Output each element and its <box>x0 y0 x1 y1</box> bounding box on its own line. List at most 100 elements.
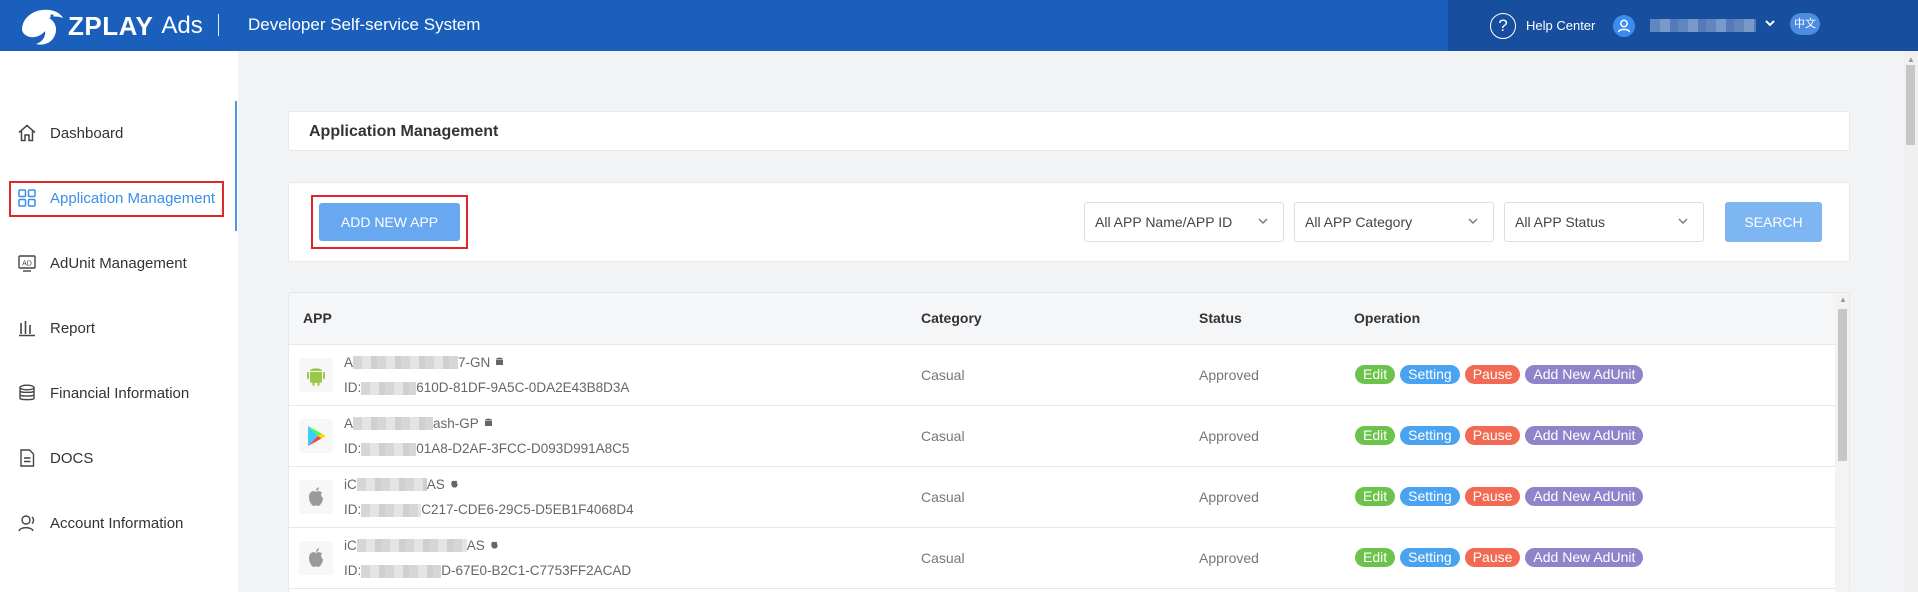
highlight-annotation <box>9 181 224 217</box>
table-row[interactable]: iC AS ID: D-67E0-B2C1-C7753FF2ACAD Casual… <box>289 528 1835 589</box>
edit-button[interactable]: Edit <box>1355 365 1396 384</box>
user-name-redacted[interactable] <box>1650 19 1756 32</box>
bar-chart-icon <box>16 317 38 339</box>
table-scrollbar[interactable]: ▲ <box>1835 293 1849 592</box>
app-id-prefix: ID: <box>344 563 362 578</box>
app-name-start: A <box>344 355 354 370</box>
title-panel: Application Management <box>288 111 1850 151</box>
add-new-app-button[interactable]: ADD NEW APP <box>319 203 460 241</box>
setting-button[interactable]: Setting <box>1400 548 1460 567</box>
status-cell: Approved <box>1199 367 1259 383</box>
google-play-icon <box>299 419 333 453</box>
edit-button[interactable]: Edit <box>1355 426 1396 445</box>
add-new-adunit-button[interactable]: Add New AdUnit <box>1525 426 1644 445</box>
search-button[interactable]: SEARCH <box>1725 202 1822 242</box>
app-id: ID: C217-CDE6-29C5-D5EB1F4068D4 <box>344 502 634 517</box>
sidebar-item-label: Account Information <box>50 514 184 532</box>
status-cell: Approved <box>1199 550 1259 566</box>
scrollbar-thumb[interactable] <box>1838 309 1847 461</box>
chevron-down-icon <box>1468 218 1478 224</box>
redacted-text <box>361 381 417 395</box>
app-name-select[interactable]: All APP Name/APP ID <box>1084 202 1284 242</box>
edit-button[interactable]: Edit <box>1355 487 1396 506</box>
chevron-down-icon[interactable] <box>1764 16 1776 32</box>
app-name: A ash-GP <box>344 416 494 431</box>
add-new-adunit-button[interactable]: Add New AdUnit <box>1525 548 1644 567</box>
sidebar-item-adunit-management[interactable]: AD AdUnit Management <box>16 243 187 283</box>
operations: Edit Setting Pause Add New AdUnit <box>1355 548 1644 567</box>
setting-button[interactable]: Setting <box>1400 365 1460 384</box>
sidebar-item-dashboard[interactable]: Dashboard <box>16 113 123 153</box>
table-row[interactable]: A ash-GP ID: 01A8-D2AF-3FCC-D093D991A8C5 … <box>289 406 1835 467</box>
chevron-down-icon <box>1678 218 1688 224</box>
app-id-value: D-67E0-B2C1-C7753FF2ACAD <box>441 563 632 578</box>
pause-button[interactable]: Pause <box>1464 426 1521 445</box>
page-scrollbar[interactable]: ▲ <box>1903 51 1918 592</box>
chevron-down-icon <box>1258 218 1268 224</box>
column-header-status[interactable]: Status <box>1199 310 1242 326</box>
sidebar-item-docs[interactable]: DOCS <box>16 438 93 478</box>
column-header-app[interactable]: APP <box>303 310 332 326</box>
sidebar-item-label: AdUnit Management <box>50 254 187 272</box>
app-name: iC AS <box>344 477 460 492</box>
edit-button[interactable]: Edit <box>1355 548 1396 567</box>
android-icon <box>494 355 505 370</box>
scroll-up-arrow-icon[interactable]: ▲ <box>1839 295 1847 304</box>
active-indicator <box>235 101 237 231</box>
page-title: Application Management <box>309 123 499 140</box>
svg-text:AD: AD <box>22 261 32 268</box>
app-name-start: iC <box>344 477 357 492</box>
setting-button[interactable]: Setting <box>1400 487 1460 506</box>
logo-suffix: Ads <box>161 12 203 39</box>
app-id: ID: D-67E0-B2C1-C7753FF2ACAD <box>344 563 631 578</box>
app-id-value: 610D-81DF-9A5C-0DA2E43B8D3A <box>416 380 630 395</box>
column-header-operation[interactable]: Operation <box>1354 310 1420 326</box>
sidebar-item-label: Financial Information <box>50 384 190 402</box>
redacted-text <box>361 564 442 578</box>
filter-toolbar: ADD NEW APP All APP Name/APP ID All APP … <box>288 182 1850 262</box>
operations: Edit Setting Pause Add New AdUnit <box>1355 426 1644 445</box>
table-row[interactable]: A 7-GN ID: 610D-81DF-9A5C-0DA2E43B8D3A Ca… <box>289 345 1835 406</box>
logo-text: ZPLAY <box>68 10 154 41</box>
help-center-link[interactable]: Help Center <box>1526 18 1595 33</box>
table-row[interactable]: iC AS ID: C217-CDE6-29C5-D5EB1F4068D4 Cas… <box>289 467 1835 528</box>
scroll-up-arrow-icon[interactable]: ▲ <box>1907 55 1915 64</box>
category-cell: Casual <box>921 428 965 444</box>
scrollbar-thumb[interactable] <box>1906 65 1915 145</box>
app-id: ID: 610D-81DF-9A5C-0DA2E43B8D3A <box>344 380 629 395</box>
setting-button[interactable]: Setting <box>1400 426 1460 445</box>
add-new-adunit-button[interactable]: Add New AdUnit <box>1525 365 1644 384</box>
top-header: ZPLAY Ads Developer Self-service System … <box>0 0 1918 51</box>
sidebar-item-report[interactable]: Report <box>16 308 95 348</box>
redacted-text <box>353 356 459 369</box>
status-cell: Approved <box>1199 489 1259 505</box>
app-name-start: iC <box>344 538 357 553</box>
pause-button[interactable]: Pause <box>1464 365 1521 384</box>
sidebar-item-account-information[interactable]: Account Information <box>16 503 183 543</box>
pause-button[interactable]: Pause <box>1464 487 1521 506</box>
app-table: APP Category Status Operation A 7-GN ID:… <box>288 292 1850 592</box>
add-new-adunit-button[interactable]: Add New AdUnit <box>1525 487 1644 506</box>
android-icon <box>299 358 333 392</box>
user-avatar-icon[interactable] <box>1613 15 1635 37</box>
pause-button[interactable]: Pause <box>1464 548 1521 567</box>
document-icon <box>16 447 38 469</box>
category-cell: Casual <box>921 489 965 505</box>
help-icon[interactable]: ? <box>1490 13 1516 39</box>
column-header-category[interactable]: Category <box>921 310 982 326</box>
table-header: APP Category Status Operation <box>289 293 1835 345</box>
redacted-text <box>361 442 417 456</box>
sidebar-item-label: Report <box>50 319 96 337</box>
app-category-select[interactable]: All APP Category <box>1294 202 1494 242</box>
redacted-text <box>356 478 427 491</box>
app-id: ID: 01A8-D2AF-3FCC-D093D991A8C5 <box>344 441 629 456</box>
app-id-prefix: ID: <box>344 380 362 395</box>
select-value: All APP Category <box>1305 214 1413 230</box>
coins-icon <box>16 382 38 404</box>
header-divider <box>218 14 219 36</box>
language-switch-button[interactable]: 中文 <box>1790 13 1820 35</box>
app-status-select[interactable]: All APP Status <box>1504 202 1704 242</box>
zplay-logo[interactable]: ZPLAY Ads <box>16 4 203 48</box>
apple-icon <box>299 541 333 575</box>
sidebar-item-financial-information[interactable]: Financial Information <box>16 373 189 413</box>
